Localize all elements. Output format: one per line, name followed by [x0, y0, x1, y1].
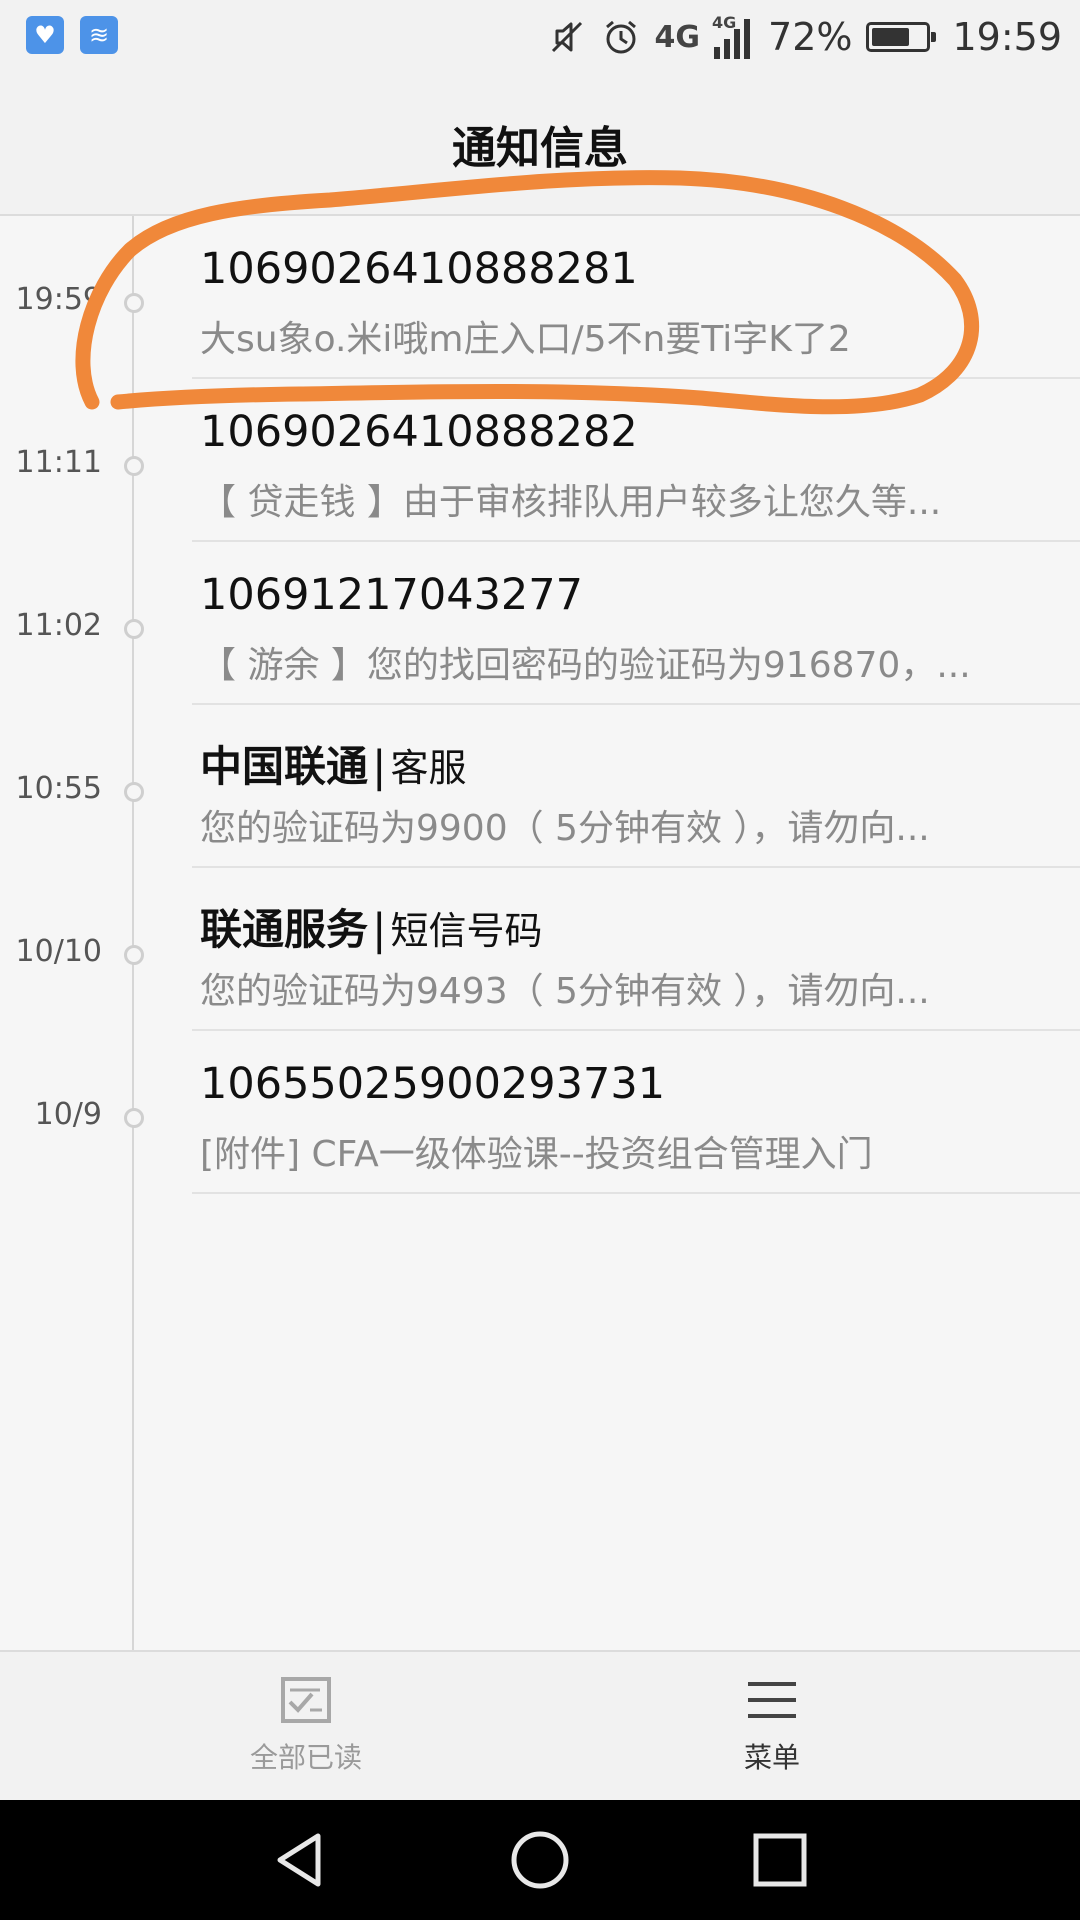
timeline-dot	[124, 619, 144, 639]
mute-icon	[551, 21, 582, 53]
message-row[interactable]: 10/10 联通服务| 短信号码 您的验证码为9493（ 5分钟有效 ），请勿向.…	[0, 868, 1080, 1031]
network-type-label: 4G	[654, 19, 701, 55]
message-sender: 1069026410888281	[200, 244, 638, 294]
sender-tag: 客服	[390, 746, 467, 790]
message-preview: [附件] CFA一级体验课--投资组合管理入门	[200, 1134, 873, 1175]
sender-separator: |	[372, 905, 387, 955]
message-time: 11:02	[15, 608, 102, 643]
message-time: 10:55	[15, 771, 102, 806]
message-sender: 10691217043277	[200, 570, 584, 620]
menu-button[interactable]: 菜单	[662, 1652, 882, 1800]
message-sender: 联通服务| 短信号码	[200, 896, 543, 957]
title-bar: 通知信息	[0, 74, 1080, 216]
message-list[interactable]: 19:59 1069026410888281 大su象o.米i哦m庄入口/5不n…	[0, 216, 1080, 1650]
timeline-dot	[124, 782, 144, 802]
sender-name: 联通服务	[200, 905, 369, 954]
message-row[interactable]: 11:02 10691217043277 【 游余 】您的找回密码的验证码为91…	[0, 542, 1080, 705]
sender-separator: |	[372, 742, 387, 792]
mark-all-read-label: 全部已读	[249, 1741, 362, 1774]
message-sender: 中国联通| 客服	[200, 733, 467, 794]
recent-apps-icon[interactable]	[748, 1828, 812, 1892]
status-bar: ♥ ≋ 4G 4G 72% 19:59	[0, 0, 1080, 74]
sender-name: 中国联通	[200, 742, 369, 791]
battery-icon	[866, 22, 937, 52]
sender-tag: 短信号码	[390, 909, 543, 953]
timeline-dot	[124, 456, 144, 476]
page-title: 通知信息	[452, 123, 628, 174]
message-time: 10/10	[15, 934, 102, 969]
message-time: 19:59	[15, 282, 102, 317]
timeline-dot	[124, 1108, 144, 1128]
message-sender: 1069026410888282	[200, 407, 638, 457]
alarm-icon	[605, 20, 636, 54]
bottom-toolbar: 全部已读 菜单	[0, 1650, 1080, 1800]
message-time: 10/9	[34, 1097, 102, 1132]
network-type-secondary: 4G	[712, 13, 737, 32]
health-app-icon: ♥	[26, 16, 64, 54]
message-row[interactable]: 10/9 10655025900293731 [附件] CFA一级体验课--投资…	[0, 1031, 1080, 1194]
message-preview: 【 游余 】您的找回密码的验证码为916870，...	[200, 645, 971, 686]
row-divider	[192, 1192, 1080, 1194]
menu-label: 菜单	[743, 1741, 800, 1774]
message-preview: 大su象o.米i哦m庄入口/5不n要Ti字K了2	[200, 319, 851, 360]
message-row[interactable]: 19:59 1069026410888281 大su象o.米i哦m庄入口/5不n…	[0, 216, 1080, 379]
timeline-dot	[124, 945, 144, 965]
menu-icon	[748, 1682, 796, 1718]
timeline-dot	[124, 293, 144, 313]
message-row[interactable]: 10:55 中国联通| 客服 您的验证码为9900（ 5分钟有效 ），请勿向...	[0, 705, 1080, 868]
status-time: 19:59	[952, 15, 1062, 59]
home-icon[interactable]	[508, 1828, 572, 1892]
checklist-icon	[281, 1677, 331, 1723]
mark-all-read-button[interactable]: 全部已读	[196, 1652, 416, 1800]
message-preview: 您的验证码为9900（ 5分钟有效 ），请勿向...	[200, 808, 930, 849]
wifi-app-icon: ≋	[80, 16, 118, 54]
back-icon[interactable]	[268, 1828, 332, 1892]
status-icons: 4G 4G 72% 19:59	[533, 0, 1062, 74]
system-nav-bar	[0, 1800, 1080, 1920]
battery-level-fill	[872, 28, 910, 46]
signal-icon: 4G	[712, 13, 754, 59]
message-preview: 您的验证码为9493（ 5分钟有效 ），请勿向...	[200, 971, 930, 1012]
message-row[interactable]: 11:11 1069026410888282 【 贷走钱 】由于审核排队用户较多…	[0, 379, 1080, 542]
message-sender: 10655025900293731	[200, 1059, 666, 1109]
message-preview: 【 贷走钱 】由于审核排队用户较多让您久等...	[200, 482, 942, 523]
message-time: 11:11	[15, 445, 102, 480]
battery-percent: 72%	[768, 15, 853, 59]
